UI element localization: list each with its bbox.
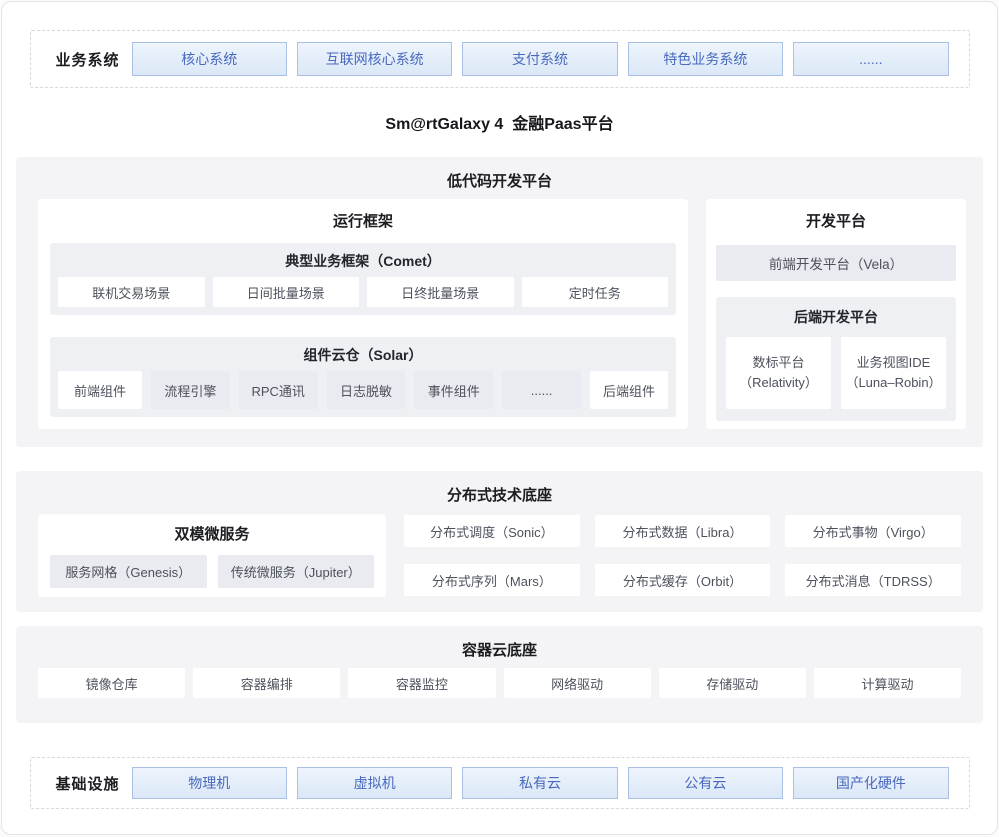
runtime-framework-card: 运行框架 典型业务框架（Comet） 联机交易场景 日间批量场景 日终批量场景 … — [38, 199, 688, 429]
solar-component-card: 组件云仓（Solar） 前端组件 流程引擎 RPC通讯 日志脱敏 事件组件 ..… — [50, 337, 676, 417]
container-capability-box: 网络驱动 — [504, 668, 651, 698]
relativity-platform-box: 数标平台 （Relativity） — [726, 337, 831, 409]
container-capability-box: 容器编排 — [193, 668, 340, 698]
container-capability-box: 容器监控 — [348, 668, 495, 698]
distributed-capability-box: 分布式数据（Libra） — [595, 515, 771, 547]
platform-title: Sm@rtGalaxy 4 金融Paas平台 — [2, 110, 997, 134]
solar-chip: 流程引擎 — [151, 371, 230, 409]
relativity-codename: （Relativity） — [739, 373, 818, 393]
distributed-section: 分布式技术底座 双模微服务 服务网格（Genesis） 传统微服务（Jupite… — [16, 471, 983, 612]
jupiter-microservice-box: 传统微服务（Jupiter） — [218, 555, 375, 588]
runtime-framework-title: 运行框架 — [50, 211, 676, 233]
lowcode-section: 低代码开发平台 运行框架 典型业务框架（Comet） 联机交易场景 日间批量场景… — [16, 157, 983, 447]
comet-scenario-row: 联机交易场景 日间批量场景 日终批量场景 定时任务 — [58, 277, 668, 307]
luna-robin-name: 业务视图IDE — [857, 353, 931, 373]
distributed-body: 双模微服务 服务网格（Genesis） 传统微服务（Jupiter） 分布式调度… — [16, 514, 983, 597]
backend-dev-boxes: 数标平台 （Relativity） 业务视图IDE （Luna–Robin） — [726, 337, 946, 409]
backend-dev-platform-card: 后端开发平台 数标平台 （Relativity） 业务视图IDE （Luna–R… — [716, 297, 956, 421]
solar-chip: ...... — [502, 371, 581, 409]
business-systems-row: 业务系统 核心系统 互联网核心系统 支付系统 特色业务系统 ...... — [30, 30, 970, 88]
backend-dev-platform-title: 后端开发平台 — [726, 307, 946, 327]
business-systems-label: 业务系统 — [56, 49, 132, 70]
luna-robin-codename: （Luna–Robin） — [845, 373, 941, 393]
comet-scenario-box: 日间批量场景 — [213, 277, 360, 307]
dev-platform-card: 开发平台 前端开发平台（Vela） 后端开发平台 数标平台 （Relativit… — [706, 199, 966, 429]
distributed-capability-box: 分布式序列（Mars） — [404, 564, 580, 596]
comet-scenario-box: 日终批量场景 — [367, 277, 514, 307]
container-cloud-row: 镜像仓库 容器编排 容器监控 网络驱动 存储驱动 计算驱动 — [16, 668, 983, 698]
distributed-grid-row: 分布式序列（Mars） 分布式缓存（Orbit） 分布式消息（TDRSS） — [404, 564, 961, 596]
container-capability-box: 存储驱动 — [659, 668, 806, 698]
distributed-grid-row: 分布式调度（Sonic） 分布式数据（Libra） 分布式事物（Virgo） — [404, 515, 961, 547]
container-cloud-section: 容器云底座 镜像仓库 容器编排 容器监控 网络驱动 存储驱动 计算驱动 — [16, 626, 983, 723]
container-capability-box: 镜像仓库 — [38, 668, 185, 698]
solar-chip: RPC通讯 — [239, 371, 318, 409]
container-cloud-title: 容器云底座 — [16, 626, 983, 661]
distributed-capability-box: 分布式事物（Virgo） — [785, 515, 961, 547]
lowcode-section-title: 低代码开发平台 — [16, 157, 983, 192]
business-system-box: 支付系统 — [462, 42, 617, 76]
dual-mode-title: 双模微服务 — [50, 524, 374, 546]
luna-robin-ide-box: 业务视图IDE （Luna–Robin） — [841, 337, 946, 409]
infrastructure-row: 基础设施 物理机 虚拟机 私有云 公有云 国产化硬件 — [30, 757, 970, 809]
comet-framework-card: 典型业务框架（Comet） 联机交易场景 日间批量场景 日终批量场景 定时任务 — [50, 243, 676, 315]
infrastructure-box: 虚拟机 — [297, 767, 452, 799]
infrastructure-box: 公有云 — [628, 767, 783, 799]
business-system-box: 互联网核心系统 — [297, 42, 452, 76]
backend-component-box: 后端组件 — [590, 371, 668, 409]
solar-component-row: 前端组件 流程引擎 RPC通讯 日志脱敏 事件组件 ...... 后端组件 — [58, 371, 668, 409]
relativity-name: 数标平台 — [752, 353, 804, 373]
business-system-box: ...... — [793, 42, 948, 76]
solar-chip: 事件组件 — [414, 371, 493, 409]
infrastructure-boxes: 物理机 虚拟机 私有云 公有云 国产化硬件 — [132, 767, 949, 799]
infrastructure-box: 私有云 — [462, 767, 617, 799]
infrastructure-label: 基础设施 — [56, 773, 132, 794]
comet-framework-title: 典型业务框架（Comet） — [58, 251, 668, 271]
lowcode-body: 运行框架 典型业务框架（Comet） 联机交易场景 日间批量场景 日终批量场景 … — [16, 192, 983, 429]
vela-frontend-platform-box: 前端开发平台（Vela） — [716, 245, 956, 281]
solar-chip: 日志脱敏 — [327, 371, 406, 409]
infrastructure-box: 国产化硬件 — [793, 767, 948, 799]
business-systems-boxes: 核心系统 互联网核心系统 支付系统 特色业务系统 ...... — [132, 42, 949, 76]
distributed-capability-box: 分布式缓存（Orbit） — [595, 564, 771, 596]
dual-mode-microservice-card: 双模微服务 服务网格（Genesis） 传统微服务（Jupiter） — [38, 514, 386, 597]
genesis-service-mesh-box: 服务网格（Genesis） — [50, 555, 207, 588]
distributed-capability-box: 分布式调度（Sonic） — [404, 515, 580, 547]
distributed-grid: 分布式调度（Sonic） 分布式数据（Libra） 分布式事物（Virgo） 分… — [404, 514, 961, 597]
frontend-component-box: 前端组件 — [58, 371, 142, 409]
distributed-section-title: 分布式技术底座 — [16, 471, 983, 506]
business-system-box: 核心系统 — [132, 42, 287, 76]
distributed-capability-box: 分布式消息（TDRSS） — [785, 564, 961, 596]
container-capability-box: 计算驱动 — [814, 668, 961, 698]
infrastructure-box: 物理机 — [132, 767, 287, 799]
dev-platform-title: 开发平台 — [716, 211, 956, 233]
dual-mode-chips: 服务网格（Genesis） 传统微服务（Jupiter） — [50, 555, 374, 588]
business-system-box: 特色业务系统 — [628, 42, 783, 76]
architecture-diagram-page: 业务系统 核心系统 互联网核心系统 支付系统 特色业务系统 ...... Sm@… — [1, 1, 998, 835]
solar-component-title: 组件云仓（Solar） — [58, 345, 668, 365]
comet-scenario-box: 联机交易场景 — [58, 277, 205, 307]
comet-scenario-box: 定时任务 — [522, 277, 669, 307]
